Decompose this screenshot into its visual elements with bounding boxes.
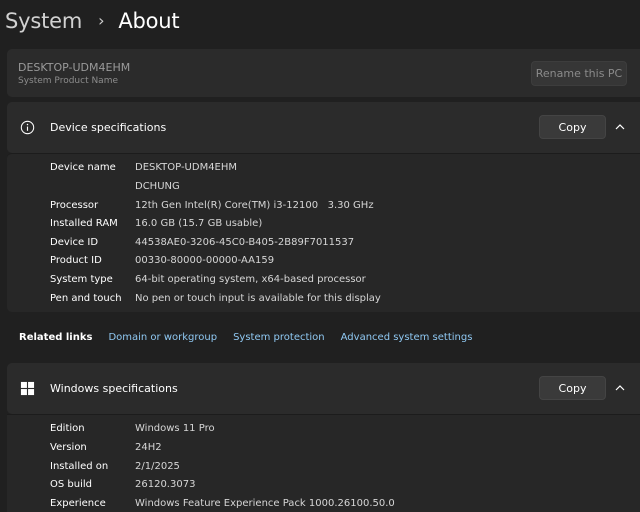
device-specs-title: Device specifications bbox=[50, 121, 167, 134]
spec-key: Installed RAM bbox=[50, 217, 118, 229]
copy-windows-specs-button[interactable]: Copy bbox=[539, 376, 606, 400]
chevron-up-icon[interactable] bbox=[614, 382, 626, 394]
info-icon bbox=[20, 120, 35, 135]
spec-value: 64-bit operating system, x64-based proce… bbox=[135, 273, 366, 285]
device-specs-body: Device name DESKTOP-UDM4EHM DCHUNG Proce… bbox=[7, 153, 640, 312]
spec-key: Product ID bbox=[50, 254, 102, 266]
page-title: About bbox=[118, 9, 180, 33]
advanced-system-settings-link[interactable]: Advanced system settings bbox=[341, 332, 473, 343]
spec-value: No pen or touch input is available for t… bbox=[135, 292, 381, 304]
spec-row: Version 24H2 bbox=[50, 440, 162, 454]
spec-key: Processor bbox=[50, 199, 99, 211]
breadcrumb-system[interactable]: System bbox=[5, 9, 82, 33]
copy-device-specs-button[interactable]: Copy bbox=[539, 115, 606, 139]
breadcrumb: System › About bbox=[5, 6, 180, 36]
spec-key: Device name bbox=[50, 161, 116, 173]
spec-value: Windows 11 Pro bbox=[135, 422, 215, 434]
spec-row: Installed RAM 16.0 GB (15.7 GB usable) bbox=[50, 216, 262, 230]
spec-value: 24H2 bbox=[135, 441, 162, 453]
pc-subtitle: System Product Name bbox=[18, 76, 119, 86]
spec-row: DCHUNG bbox=[50, 179, 180, 193]
spec-value: 12th Gen Intel(R) Core(TM) i3-12100 3.30… bbox=[135, 199, 374, 211]
spec-key: Experience bbox=[50, 497, 106, 509]
device-specs-header[interactable]: Device specifications Copy bbox=[7, 102, 640, 153]
spec-value: 16.0 GB (15.7 GB usable) bbox=[135, 217, 263, 229]
spec-row: Experience Windows Feature Experience Pa… bbox=[50, 496, 395, 510]
spec-key: Version bbox=[50, 441, 87, 453]
domain-workgroup-link[interactable]: Domain or workgroup bbox=[108, 332, 217, 343]
spec-value: 00330-80000-00000-AA159 bbox=[135, 254, 275, 266]
spec-value: 2/1/2025 bbox=[135, 460, 180, 472]
breadcrumb-separator: › bbox=[98, 10, 105, 30]
spec-row: Installed on 2/1/2025 bbox=[50, 459, 180, 473]
spec-row: System type 64-bit operating system, x64… bbox=[50, 272, 366, 286]
spec-row: Pen and touch No pen or touch input is a… bbox=[50, 291, 381, 305]
spec-row: Edition Windows 11 Pro bbox=[50, 421, 215, 435]
spec-key: Pen and touch bbox=[50, 292, 122, 304]
spec-key: OS build bbox=[50, 478, 92, 490]
spec-value: 26120.3073 bbox=[135, 478, 196, 490]
related-links-label: Related links bbox=[19, 331, 93, 343]
spec-value: Windows Feature Experience Pack 1000.261… bbox=[135, 497, 395, 509]
pc-name-card: DESKTOP-UDM4EHM System Product Name Rena… bbox=[7, 49, 640, 97]
spec-row: Device name DESKTOP-UDM4EHM bbox=[50, 160, 237, 174]
pc-name: DESKTOP-UDM4EHM bbox=[18, 61, 131, 74]
spec-key: Installed on bbox=[50, 460, 109, 472]
spec-value: DESKTOP-UDM4EHM bbox=[135, 161, 238, 173]
spec-row: Device ID 44538AE0-3206-45C0-B405-2B89F7… bbox=[50, 235, 354, 249]
related-links: Related links Domain or workgroup System… bbox=[7, 317, 640, 357]
spec-key: System type bbox=[50, 273, 113, 285]
spec-key: Device ID bbox=[50, 236, 99, 248]
windows-specs-body: Edition Windows 11 Pro Version 24H2 Inst… bbox=[7, 414, 640, 512]
spec-row: OS build 26120.3073 bbox=[50, 477, 195, 491]
windows-specs-header[interactable]: Windows specifications Copy bbox=[7, 363, 640, 414]
spec-row: Processor 12th Gen Intel(R) Core(TM) i3-… bbox=[50, 198, 374, 212]
spec-value: DCHUNG bbox=[135, 180, 180, 192]
spec-row: Product ID 00330-80000-00000-AA159 bbox=[50, 253, 274, 267]
spec-value: 44538AE0-3206-45C0-B405-2B89F7011537 bbox=[135, 236, 355, 248]
chevron-up-icon[interactable] bbox=[614, 121, 626, 133]
system-protection-link[interactable]: System protection bbox=[233, 332, 325, 343]
spec-key: Edition bbox=[50, 422, 85, 434]
windows-specs-title: Windows specifications bbox=[50, 382, 178, 395]
windows-logo-icon bbox=[20, 381, 35, 396]
rename-pc-button[interactable]: Rename this PC bbox=[531, 61, 627, 86]
